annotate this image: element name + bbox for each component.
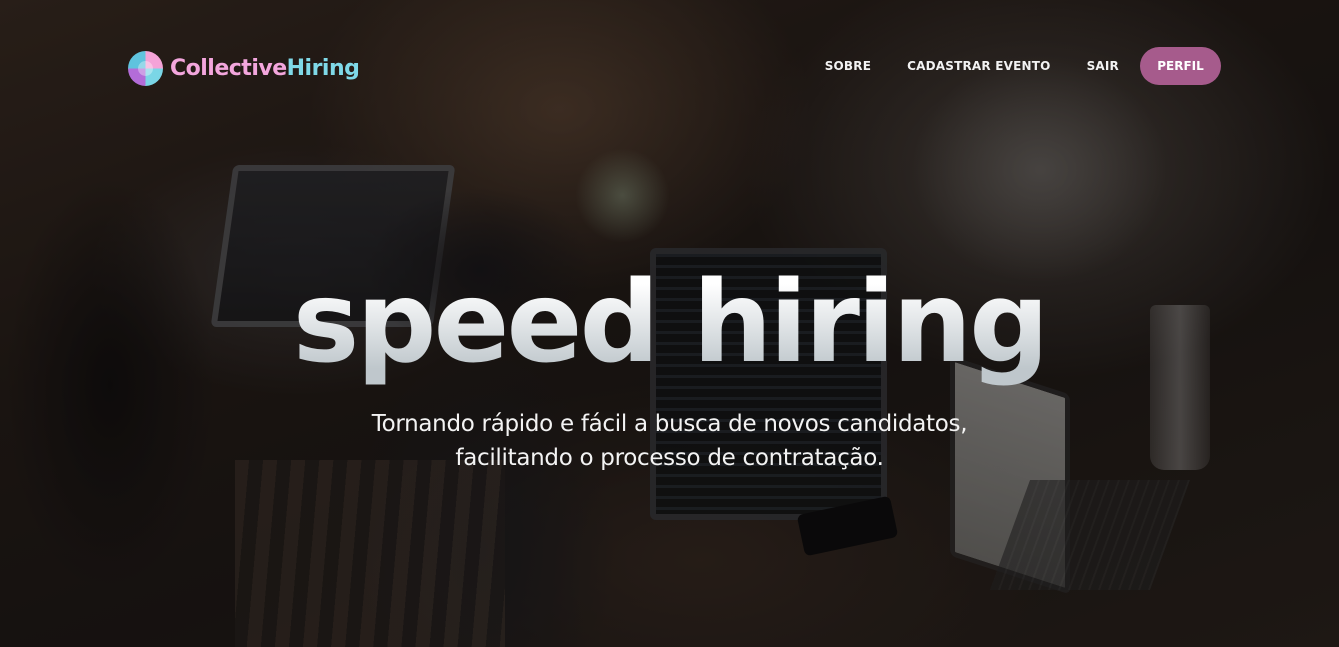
nav-link-sair[interactable]: SAIR [1087, 47, 1119, 85]
hero-tagline-line1: Tornando rápido e fácil a busca de novos… [371, 411, 968, 437]
nav-links: SOBRE CADASTRAR EVENTO SAIR PERFIL [789, 47, 1221, 85]
hero-headline: speed hiring [0, 258, 1339, 388]
nav-link-sobre[interactable]: SOBRE [825, 47, 871, 85]
brand-name-part1: Collective [170, 56, 287, 81]
brand-link[interactable]: CollectiveHiring [128, 51, 360, 86]
brand-name-part2: Hiring [286, 56, 360, 81]
hero-tagline-line2: facilitando o processo de contratação. [455, 445, 884, 471]
navbar: CollectiveHiring SOBRE CADASTRAR EVENTO … [0, 0, 1339, 135]
hero-tagline: Tornando rápido e fácil a busca de novos… [0, 407, 1339, 475]
puzzle-globe-icon [128, 51, 163, 86]
brand-name: CollectiveHiring [170, 56, 360, 81]
nav-link-cadastrar-evento[interactable]: CADASTRAR EVENTO [907, 47, 1050, 85]
hero-section: CollectiveHiring SOBRE CADASTRAR EVENTO … [0, 0, 1339, 647]
profile-button[interactable]: PERFIL [1140, 47, 1221, 85]
